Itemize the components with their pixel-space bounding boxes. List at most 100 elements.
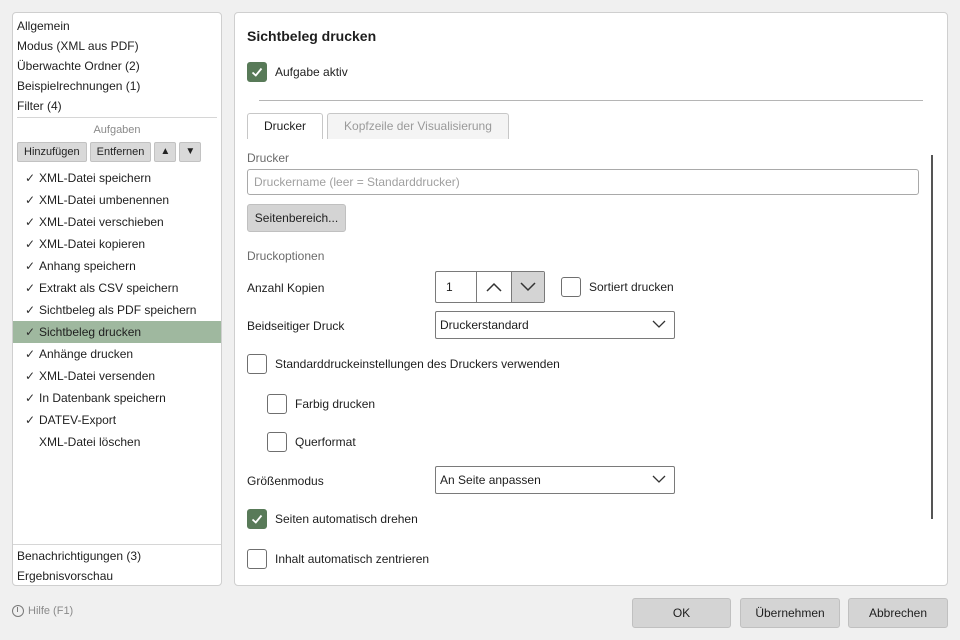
separator-line: [259, 100, 923, 101]
task-item-label: XML-Datei speichern: [39, 171, 152, 185]
task-active-checkbox[interactable]: [247, 62, 267, 82]
check-mark-icon: ✓: [25, 369, 36, 383]
task-item-label: Sichtbeleg als PDF speichern: [39, 303, 197, 317]
task-active-row[interactable]: Aufgabe aktiv: [247, 62, 348, 82]
add-task-button[interactable]: Hinzufügen: [17, 142, 87, 162]
settings-sidebar: Allgemein Modus (XML aus PDF) Überwachte…: [12, 12, 222, 586]
page-title: Sichtbeleg drucken: [247, 28, 377, 44]
sidebar-item-mode[interactable]: Modus (XML aus PDF): [17, 36, 221, 56]
duplex-select[interactable]: Druckerstandard: [435, 311, 675, 339]
sidebar-item-watched-folders[interactable]: Überwachte Ordner (2): [17, 56, 221, 76]
task-toolbar: Hinzufügen Entfernen ▲ ▼: [17, 142, 202, 162]
size-mode-label: Größenmodus: [247, 474, 324, 488]
collate-checkbox[interactable]: [561, 277, 581, 297]
move-up-button[interactable]: ▲: [154, 142, 177, 162]
sidebar-divider: [13, 544, 221, 545]
task-item[interactable]: ✓ Sichtbeleg als PDF speichern: [13, 299, 221, 321]
task-item[interactable]: ✓ XML-Datei kopieren: [13, 233, 221, 255]
task-item-label: XML-Datei umbenennen: [39, 193, 170, 207]
increment-button[interactable]: [477, 272, 510, 302]
landscape-checkbox[interactable]: [267, 432, 287, 452]
task-item-label: XML-Datei kopieren: [39, 237, 146, 251]
task-item[interactable]: ✓ XML-Datei umbenennen: [13, 189, 221, 211]
sidebar-item-notifications[interactable]: Benachrichtigungen (3): [17, 546, 141, 566]
tab-header-visualization[interactable]: Kopfzeile der Visualisierung: [327, 113, 509, 139]
task-item-label: Extrakt als CSV speichern: [39, 281, 179, 295]
task-item[interactable]: ✓ Anhänge drucken: [13, 343, 221, 365]
auto-center-row[interactable]: Inhalt automatisch zentrieren: [247, 549, 429, 569]
task-item[interactable]: XML-Datei löschen: [13, 431, 221, 453]
check-mark-icon: ✓: [25, 347, 36, 361]
task-item[interactable]: ✓ In Datenbank speichern: [13, 387, 221, 409]
move-down-button[interactable]: ▼: [179, 142, 202, 162]
landscape-label: Querformat: [295, 435, 356, 449]
task-item-label: XML-Datei verschieben: [39, 215, 164, 229]
sidebar-divider: [17, 117, 217, 118]
auto-rotate-checkbox[interactable]: [247, 509, 267, 529]
auto-rotate-row[interactable]: Seiten automatisch drehen: [247, 509, 418, 529]
copies-stepper[interactable]: 1: [435, 271, 545, 303]
task-item[interactable]: ✓ Sichtbeleg drucken: [13, 321, 221, 343]
printer-section-label: Drucker: [247, 151, 290, 165]
help-link[interactable]: Hilfe (F1): [12, 605, 73, 617]
check-mark-icon: ✓: [25, 413, 36, 427]
landscape-row[interactable]: Querformat: [267, 432, 356, 452]
apply-button[interactable]: Übernehmen: [740, 598, 840, 628]
chevron-down-icon: [520, 282, 536, 292]
check-mark-icon: ✓: [25, 259, 36, 273]
ok-button[interactable]: OK: [632, 598, 731, 628]
task-item-label: In Datenbank speichern: [39, 391, 166, 405]
printer-name-input[interactable]: Druckername (leer = Standarddrucker): [247, 169, 919, 195]
scrollbar[interactable]: [931, 155, 933, 519]
tasks-heading: Aufgaben: [93, 124, 141, 136]
chevron-down-icon: [652, 320, 666, 328]
use-defaults-checkbox[interactable]: [247, 354, 267, 374]
sidebar-item-sample-invoices[interactable]: Beispielrechnungen (1): [17, 76, 221, 96]
tab-printer[interactable]: Drucker: [247, 113, 324, 139]
task-item[interactable]: ✓ XML-Datei versenden: [13, 365, 221, 387]
chevron-up-icon: [486, 282, 502, 292]
check-mark-icon: [251, 67, 263, 77]
print-options-section-label: Druckoptionen: [247, 249, 325, 263]
task-item-label: Anhang speichern: [39, 259, 136, 273]
sidebar-item-filter[interactable]: Filter (4): [17, 96, 221, 116]
help-label: Hilfe (F1): [28, 605, 74, 617]
color-print-label: Farbig drucken: [295, 397, 376, 411]
task-list: ✓ XML-Datei speichern ✓ XML-Datei umbenenne…: [13, 167, 221, 453]
cancel-button[interactable]: Abbrechen: [848, 598, 948, 628]
task-item[interactable]: ✓ Anhang speichern: [13, 255, 221, 277]
use-defaults-label: Standarddruckeinstellungen des Druckers …: [275, 357, 560, 371]
auto-center-label: Inhalt automatisch zentrieren: [275, 552, 430, 566]
sidebar-item-result-preview[interactable]: Ergebnisvorschau: [17, 566, 141, 586]
sidebar-nav-top: Allgemein Modus (XML aus PDF) Überwachte…: [13, 13, 221, 116]
task-item-label: XML-Datei versenden: [39, 369, 156, 383]
remove-task-button[interactable]: Entfernen: [89, 142, 152, 162]
color-print-row[interactable]: Farbig drucken: [267, 394, 375, 414]
decrement-button[interactable]: [510, 272, 545, 302]
check-mark-icon: ✓: [25, 325, 36, 339]
collate-row[interactable]: Sortiert drucken: [561, 277, 674, 297]
duplex-value: Druckerstandard: [440, 318, 529, 332]
task-item[interactable]: ✓ XML-Datei verschieben: [13, 211, 221, 233]
info-icon: [12, 605, 24, 617]
page-range-button[interactable]: Seitenbereich...: [247, 204, 346, 232]
task-item[interactable]: ✓ Extrakt als CSV speichern: [13, 277, 221, 299]
color-print-checkbox[interactable]: [267, 394, 287, 414]
chevron-down-icon: [652, 475, 666, 483]
task-item-label: DATEV-Export: [39, 413, 117, 427]
task-settings-panel: Sichtbeleg drucken Aufgabe aktiv Drucker…: [234, 12, 948, 586]
task-item-label: Anhänge drucken: [39, 347, 134, 361]
copies-value[interactable]: 1: [436, 272, 478, 302]
task-item[interactable]: ✓ XML-Datei speichern: [13, 167, 221, 189]
check-mark-icon: ✓: [25, 237, 36, 251]
task-item[interactable]: ✓ DATEV-Export: [13, 409, 221, 431]
check-mark-icon: ✓: [25, 215, 36, 229]
auto-center-checkbox[interactable]: [247, 549, 267, 569]
duplex-label: Beidseitiger Druck: [247, 319, 345, 333]
check-mark-icon: ✓: [25, 281, 36, 295]
check-mark-icon: ✓: [25, 193, 36, 207]
use-defaults-row[interactable]: Standarddruckeinstellungen des Druckers …: [247, 354, 560, 374]
size-mode-select[interactable]: An Seite anpassen: [435, 466, 675, 494]
auto-rotate-label: Seiten automatisch drehen: [275, 512, 418, 526]
sidebar-item-general[interactable]: Allgemein: [17, 16, 221, 36]
